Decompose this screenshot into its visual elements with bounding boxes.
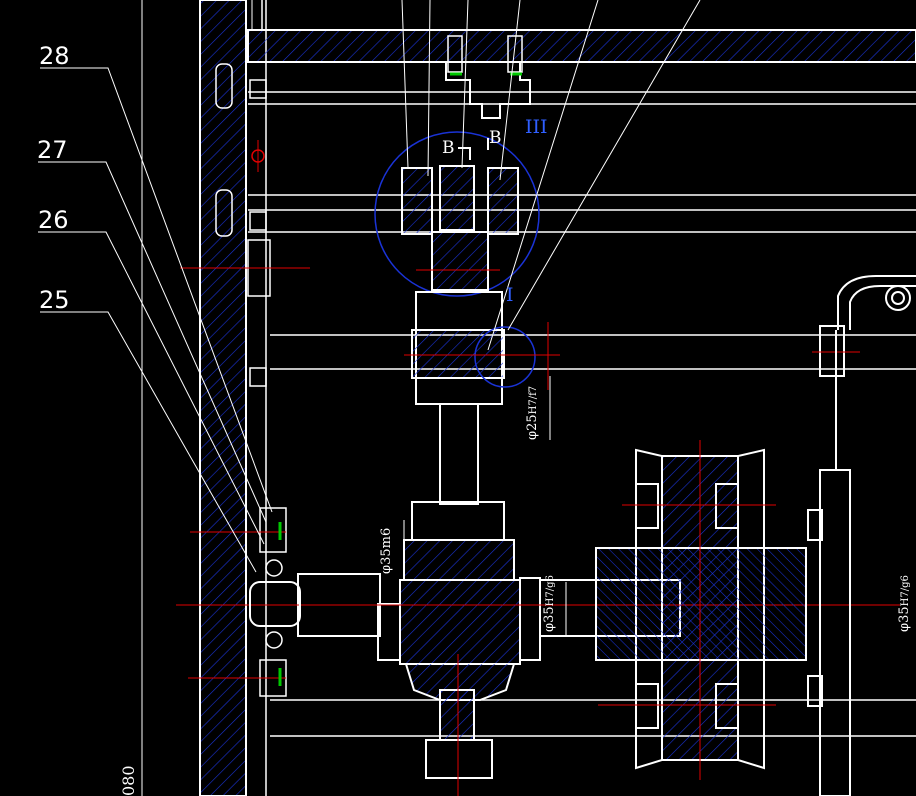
lower-housing xyxy=(405,654,515,796)
part-label-25: 25 xyxy=(39,286,70,314)
flange-coupling xyxy=(595,440,807,780)
dimension-d35-m6: φ35m6 xyxy=(379,527,394,574)
dimension-d25-h7f7: φ25H7/f7 xyxy=(525,385,540,440)
dimension-d35-h7g6-right: φ35H7/g6 xyxy=(897,575,912,632)
middle-plate xyxy=(248,194,916,370)
leader-lines xyxy=(38,0,701,573)
section-label-b-right: B xyxy=(489,128,502,148)
upper-clamp xyxy=(374,131,540,297)
section-label-b-left: B xyxy=(442,138,455,158)
vertical-shaft xyxy=(403,403,515,581)
part-label-28: 28 xyxy=(39,42,70,70)
motor-housing xyxy=(807,275,916,796)
edge-dimension-080: 080 xyxy=(119,765,138,796)
left-frame-wall xyxy=(141,0,267,796)
part-label-26: 26 xyxy=(38,206,69,234)
cad-drawing-canvas xyxy=(38,0,916,796)
part-label-27: 27 xyxy=(37,136,68,164)
dimension-d35-h7g6: φ35H7/g6 xyxy=(542,575,557,632)
detail-label-i: I xyxy=(506,284,514,306)
detail-label-iii: III xyxy=(525,116,548,138)
